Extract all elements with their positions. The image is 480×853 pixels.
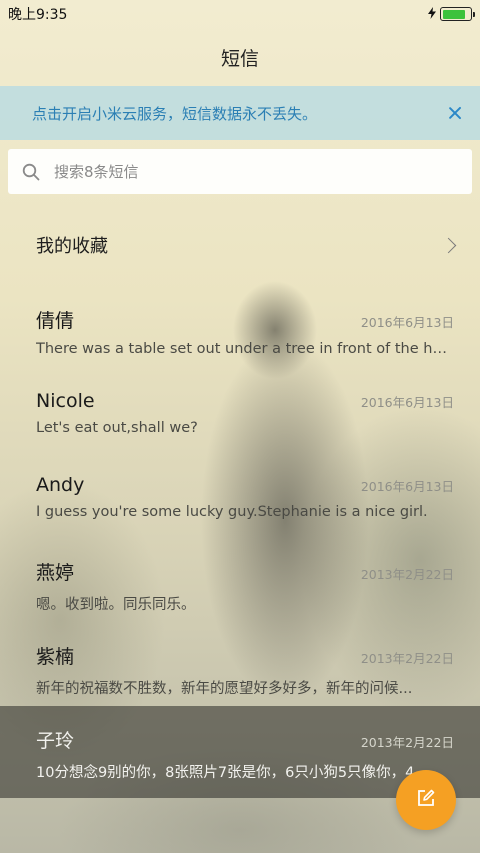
conversation-date: 2016年6月13日 xyxy=(360,395,454,410)
conversation-name: 燕婷 xyxy=(36,562,75,584)
status-time: 晚上9:35 xyxy=(8,7,68,23)
conversation-date: 2016年6月13日 xyxy=(360,479,454,494)
conversation-date: 2013年2月22日 xyxy=(360,651,454,666)
conversation-preview: 新年的祝福数不胜数，新年的愿望好多好多，新年的问候... xyxy=(36,681,413,697)
battery-level xyxy=(442,9,466,19)
conversation-list: 倩倩 2016年6月13日 There was a table set out … xyxy=(0,290,480,794)
conversation-preview: I guess you're some lucky guy.Stephanie … xyxy=(36,504,428,520)
close-icon[interactable] xyxy=(446,104,464,122)
conversation-item[interactable]: 倩倩 2016年6月13日 There was a table set out … xyxy=(0,290,480,374)
conversation-date: 2013年2月22日 xyxy=(360,567,454,582)
conversation-name: Nicole xyxy=(36,390,95,412)
status-bar: 晚上9:35 xyxy=(0,0,480,28)
conversation-name: 子玲 xyxy=(36,730,75,752)
status-icons xyxy=(428,6,475,22)
search-input[interactable] xyxy=(54,162,434,181)
conversation-date: 2016年6月13日 xyxy=(360,315,454,330)
favorites-label: 我的收藏 xyxy=(36,236,108,257)
conversation-preview: There was a table set out under a tree i… xyxy=(36,341,454,357)
chevron-right-icon xyxy=(440,237,457,253)
favorites-row[interactable]: 我的收藏 xyxy=(0,212,480,278)
conversation-date: 2013年2月22日 xyxy=(360,735,454,750)
conversation-item[interactable]: Nicole 2016年6月13日 Let's eat out,shall we… xyxy=(0,374,480,458)
conversation-preview: 嗯。收到啦。同乐同乐。 xyxy=(36,597,196,613)
bolt-icon xyxy=(428,6,436,22)
conversation-item[interactable]: 燕婷 2013年2月22日 嗯。收到啦。同乐同乐。 xyxy=(0,542,480,626)
compose-button[interactable] xyxy=(396,770,456,830)
conversation-name: 倩倩 xyxy=(36,310,75,332)
battery-icon xyxy=(440,7,475,21)
page-title: 短信 xyxy=(220,47,259,70)
cloud-sync-banner-text[interactable]: 点击开启小米云服务，短信数据永不丢失。 xyxy=(32,103,317,124)
conversation-preview: Let's eat out,shall we? xyxy=(36,420,198,436)
conversation-name: Andy xyxy=(36,474,85,496)
conversation-name: 紫楠 xyxy=(36,646,75,668)
search-icon xyxy=(22,163,40,181)
conversation-item[interactable]: Andy 2016年6月13日 I guess you're some luck… xyxy=(0,458,480,542)
conversation-preview: 10分想念9别的你，8张照片7张是你，6只小狗5只像你，4... xyxy=(36,765,429,781)
search-bar[interactable] xyxy=(8,149,472,194)
cloud-sync-banner[interactable]: 点击开启小米云服务，短信数据永不丢失。 xyxy=(0,86,480,140)
compose-icon xyxy=(416,788,436,812)
conversation-item[interactable]: 紫楠 2013年2月22日 新年的祝福数不胜数，新年的愿望好多好多，新年的问候.… xyxy=(0,626,480,710)
